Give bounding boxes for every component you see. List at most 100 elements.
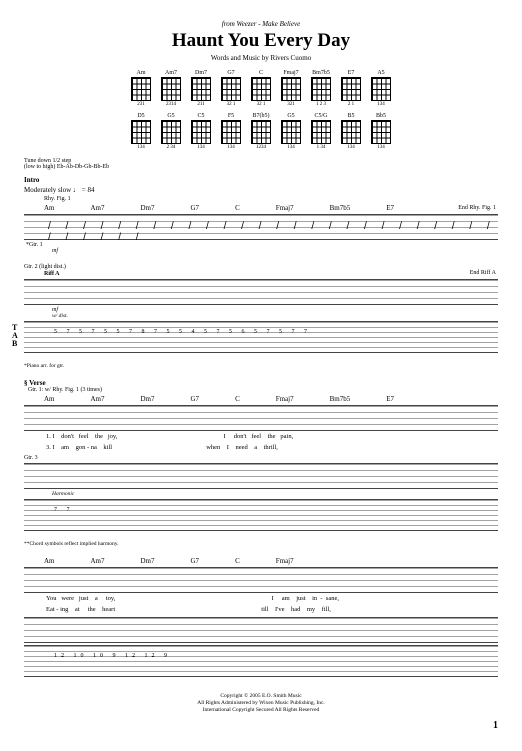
chord-symbol: E7 <box>386 395 394 403</box>
fretboard <box>161 120 181 144</box>
lyrics-line4: Eat - ing at the heart till I've had my … <box>46 606 498 613</box>
chord-symbol: Am7 <box>91 204 105 212</box>
verse2-chord-row: AmAm7Dm7G7CFmaj7 <box>44 557 498 565</box>
verse-system-1: § Verse Gtr. 1: w/ Rhy. Fig. 1 (3 times)… <box>24 379 498 547</box>
chord-name: G5 <box>167 113 174 119</box>
chord-name: C5/G <box>314 113 327 119</box>
fret-fingering: 2 34 <box>167 145 176 150</box>
chord-diagram: C5 134 <box>190 113 212 150</box>
chord-symbol: Am <box>44 557 55 565</box>
gtr-staff-2 <box>24 617 498 643</box>
fret-fingering: 32 1 <box>257 102 266 107</box>
chord-diagrams-row2: D5134G52 34C5134F5134B7(b5)1234G5134C5/G… <box>24 113 498 150</box>
fret-fingering: 1234 <box>256 145 266 150</box>
copyright-l2: All Rights Administered by Wixen Music P… <box>24 700 498 707</box>
chord-diagram: G7 32 1 <box>220 70 242 107</box>
chord-diagram: Bb5134 <box>370 113 392 150</box>
fret-fingering: 134 <box>197 145 205 150</box>
chord-name: B7(b5) <box>253 113 270 119</box>
fretboard <box>341 77 361 101</box>
gtr3-staff <box>24 463 498 489</box>
chord-symbol: C <box>235 395 240 403</box>
tab-staff-verse2: 12 10 10 9 12 12 9 <box>24 645 498 677</box>
chord-footnote: **Chord symbols reflect implied harmony. <box>24 541 498 547</box>
fret-fingering: 211 <box>197 102 204 107</box>
chord-symbol: Dm7 <box>141 204 155 212</box>
chord-name: A5 <box>377 70 384 76</box>
gtr1-rhynote: Gtr. 1: w/ Rhy. Fig. 1 (3 times) <box>28 387 498 393</box>
fret-fingering: 134 <box>377 145 385 150</box>
gtr2-label: Gtr. 2 (light dist.) <box>24 264 498 270</box>
chord-name: Fmaj7 <box>283 70 298 76</box>
verse-chord-row: AmAm7Dm7G7CFmaj7Bm7b5E7 <box>44 395 498 403</box>
chord-name: Dm7 <box>195 70 207 76</box>
chord-symbol: Fmaj7 <box>276 395 294 403</box>
copyright-block: Copyright © 2005 E.O. Smith Music All Ri… <box>24 693 498 714</box>
tuning-info: Tune down 1/2 step (low to high) Eb-Ab-D… <box>24 158 498 170</box>
fretboard <box>221 77 241 101</box>
vocal-staff <box>24 405 498 431</box>
chord-diagram: Bm7b51 2 3 <box>310 70 332 107</box>
fretboard <box>191 120 211 144</box>
rhy-fig-label: Rhy. Fig. 1 <box>44 196 498 202</box>
chord-name: C <box>259 70 263 76</box>
gtr3-label: Gtr. 3 <box>24 455 498 461</box>
fret-fingering: 134 <box>227 145 235 150</box>
fret-fingering: 2314 <box>166 102 176 107</box>
fretboard <box>251 77 271 101</box>
song-title: Haunt You Every Day <box>24 30 498 52</box>
rhythm-staff: / / / / / / / / / / / / / / / / / / / / … <box>24 214 498 240</box>
fret-fingering: 32 1 <box>227 102 236 107</box>
chord-diagram: B5 134 <box>340 113 362 150</box>
chord-name: G5 <box>287 113 294 119</box>
fret-fingering: 134 <box>347 145 355 150</box>
chord-diagram: G5 2 34 <box>160 113 182 150</box>
from-line: from Weezer - Make Believe <box>24 20 498 28</box>
chord-name: C5 <box>197 113 204 119</box>
copyright-l1: Copyright © 2005 E.O. Smith Music <box>24 693 498 700</box>
chord-name: Am7 <box>165 70 177 76</box>
melody-staff: End Riff A <box>24 279 498 305</box>
tab-staff-verse: 7 7 <box>24 499 498 531</box>
chord-name: Bm7b5 <box>312 70 330 76</box>
fretboard <box>281 120 301 144</box>
fretboard <box>341 120 361 144</box>
intro-chord-row: AmAm7Dm7G7CFmaj7Bm7b5E7 <box>44 204 498 212</box>
chord-symbol: Fmaj7 <box>276 557 294 565</box>
chord-symbol: G7 <box>191 557 200 565</box>
chord-symbol: Am <box>44 395 55 403</box>
chord-name: G7 <box>227 70 234 76</box>
chord-name: Am <box>137 70 146 76</box>
credit-line: Words and Music by Rivers Cuomo <box>24 54 498 62</box>
chord-symbol: Dm7 <box>141 395 155 403</box>
chord-symbol: Am7 <box>91 395 105 403</box>
piano-footnote: *Piano arr. for gtr. <box>24 363 498 369</box>
section-verse: § Verse <box>24 379 498 387</box>
chord-name: E7 <box>348 70 355 76</box>
chord-diagram: Fmaj7 321 <box>280 70 302 107</box>
chord-diagram: G5134 <box>280 113 302 150</box>
chord-symbol: G7 <box>191 395 200 403</box>
fret-fingering: 321 <box>287 102 295 107</box>
chord-diagrams-row1: Am 231 Am7 2314 Dm7 211 G7 32 1 C 32 1 Fmaj7 321 Bm7… <box>24 70 498 107</box>
chord-symbol: Am <box>44 204 55 212</box>
tab-numbers-verse: 7 7 <box>54 507 74 513</box>
intro-system: Intro Moderately slow ♩ = 84 Rhy. Fig. 1… <box>24 176 498 369</box>
vocal-staff-2 <box>24 567 498 593</box>
fret-fingering: 231 <box>137 102 145 107</box>
fretboard <box>281 77 301 101</box>
chord-symbol: E7 <box>386 204 394 212</box>
fret-fingering: 2 1 <box>348 102 354 107</box>
section-intro: Intro <box>24 176 498 184</box>
fretboard <box>161 77 181 101</box>
verse-system-2: AmAm7Dm7G7CFmaj7 You were just a toy, I … <box>24 557 498 677</box>
chord-diagram: D5134 <box>130 113 152 150</box>
chord-diagram: C5/G1 34 <box>310 113 332 150</box>
tab-numbers: 5 7 5 7 5 5 7 8 7 5 5 4 5 7 5 6 5 7 5 7 … <box>54 329 311 335</box>
tab-numbers-verse2: 12 10 10 9 12 12 9 <box>54 653 171 659</box>
fretboard <box>371 77 391 101</box>
chord-symbol: Bm7b5 <box>330 204 351 212</box>
chord-name: B5 <box>347 113 354 119</box>
chord-symbol: Fmaj7 <box>276 204 294 212</box>
harmonic-label: Harmonic <box>52 491 498 497</box>
